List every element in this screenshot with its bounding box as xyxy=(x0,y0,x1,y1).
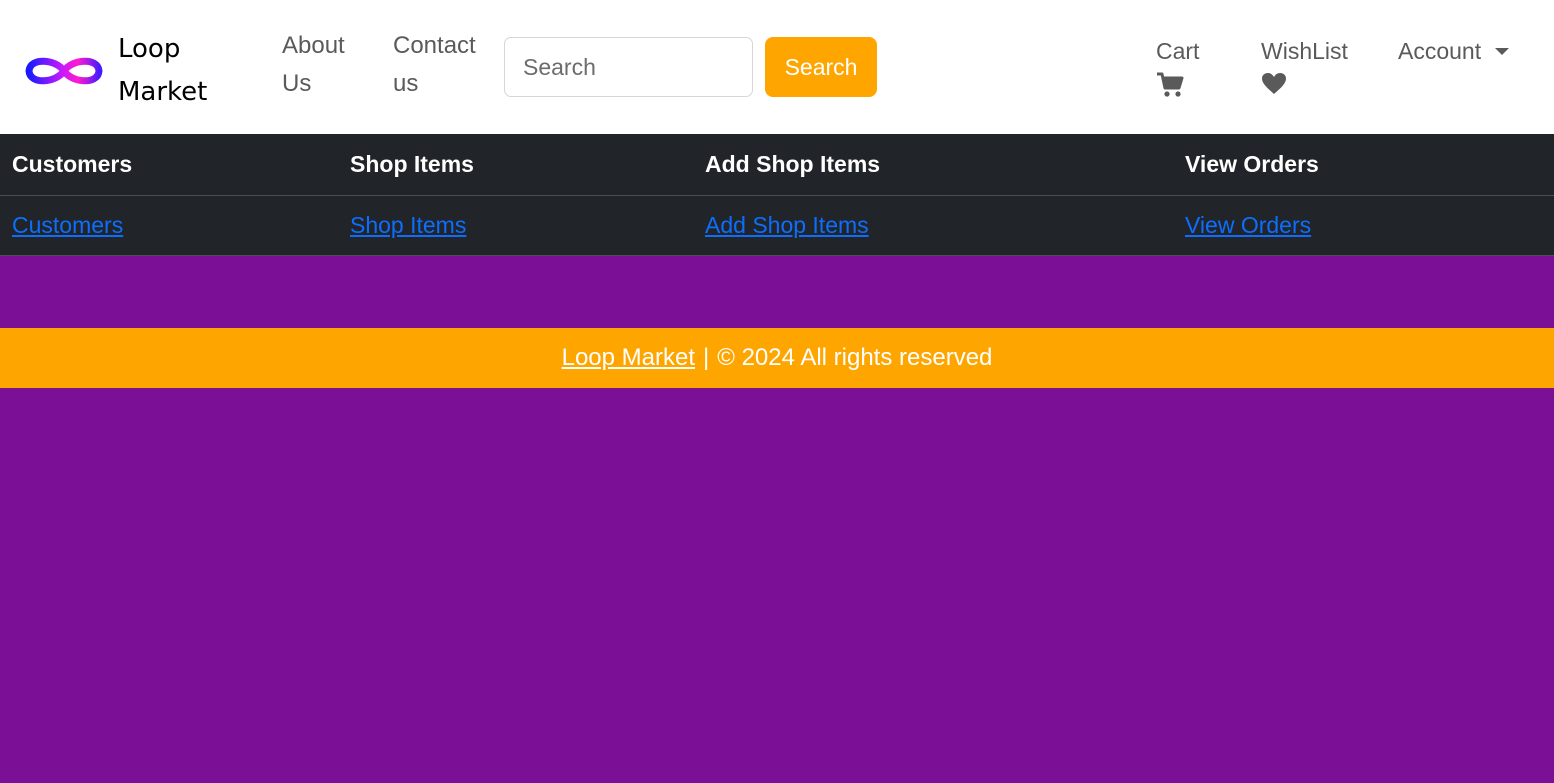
nav-wishlist[interactable]: WishList xyxy=(1261,34,1348,96)
header-add-shop-items: Add Shop Items xyxy=(693,134,1173,196)
cell-view-orders: View Orders xyxy=(1173,195,1554,256)
wishlist-label: WishList xyxy=(1261,38,1348,64)
cart-label: Cart xyxy=(1156,38,1200,64)
shop-items-link[interactable]: Shop Items xyxy=(350,212,466,238)
nav-contact-line1: Contact xyxy=(393,32,476,59)
nav-cart[interactable]: Cart xyxy=(1156,34,1199,98)
brand-link[interactable]: Loop Market xyxy=(24,28,228,114)
header-customers: Customers xyxy=(0,134,338,196)
search-input[interactable] xyxy=(504,37,753,97)
header-view-orders: View Orders xyxy=(1173,134,1554,196)
add-shop-items-link[interactable]: Add Shop Items xyxy=(705,212,869,238)
nav-contact-line2: us xyxy=(393,70,419,97)
infinity-logo-icon xyxy=(25,57,103,85)
account-dropdown[interactable]: Account xyxy=(1398,34,1510,68)
admin-table: Customers Shop Items Add Shop Items View… xyxy=(0,134,1554,256)
customers-link[interactable]: Customers xyxy=(12,212,123,238)
table-header-row: Customers Shop Items Add Shop Items View… xyxy=(0,134,1554,196)
header-shop-items: Shop Items xyxy=(338,134,693,196)
navbar: Loop Market About Us Contact us Search C… xyxy=(0,0,1554,134)
nav-about-line2: Us xyxy=(282,70,312,97)
footer-copyright: © 2024 All rights reserved xyxy=(717,344,993,371)
chevron-down-icon xyxy=(1495,47,1510,55)
footer-brand-link[interactable]: Loop Market xyxy=(562,344,695,372)
cell-shop-items: Shop Items xyxy=(338,195,693,256)
heart-icon xyxy=(1262,73,1286,94)
cell-add-shop-items: Add Shop Items xyxy=(693,195,1173,256)
account-label: Account xyxy=(1398,38,1482,64)
table-row: Customers Shop Items Add Shop Items View… xyxy=(0,195,1554,256)
nav-contact-us[interactable]: Contact us xyxy=(393,27,476,103)
brand-name: Loop Market xyxy=(118,28,228,114)
footer-separator: | xyxy=(703,344,710,371)
cell-customers: Customers xyxy=(0,195,338,256)
nav-about-us[interactable]: About Us xyxy=(282,27,345,103)
nav-about-line1: About xyxy=(282,32,345,59)
view-orders-link[interactable]: View Orders xyxy=(1185,212,1311,238)
brand-name-line2: Market xyxy=(118,77,208,107)
search-button[interactable]: Search xyxy=(765,37,877,97)
brand-name-line1: Loop xyxy=(118,34,181,64)
cart-icon xyxy=(1157,72,1184,97)
footer: Loop Market | © 2024 All rights reserved xyxy=(0,328,1554,388)
